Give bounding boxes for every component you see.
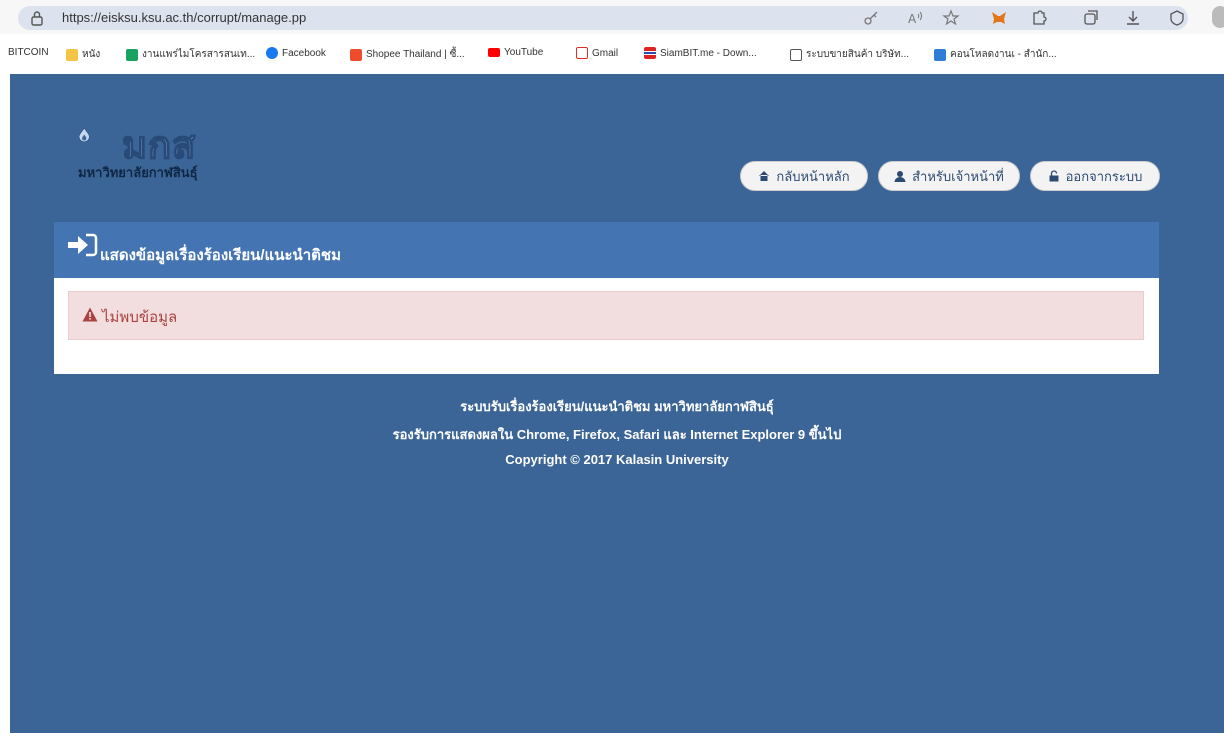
footer-copyright: Copyright © 2017 Kalasin University xyxy=(505,452,729,467)
bookmark-item[interactable]: ระบบขายสินค้า บริษัท... xyxy=(790,47,909,62)
profile-avatar[interactable] xyxy=(1212,6,1224,28)
lock-icon xyxy=(31,11,43,26)
collections-icon[interactable] xyxy=(1082,9,1100,27)
favorite-star-icon[interactable] xyxy=(942,9,960,27)
download-site-icon xyxy=(934,48,946,61)
bookmark-item[interactable]: BITCOIN xyxy=(8,47,49,58)
bookmark-item[interactable]: Facebook xyxy=(266,47,326,59)
svg-text:A: A xyxy=(908,12,917,26)
sign-in-icon xyxy=(68,233,98,257)
alert-message: ไม่พบข้อมูล xyxy=(102,309,178,326)
facebook-icon xyxy=(266,47,278,59)
no-data-alert xyxy=(68,291,1144,340)
staff-button[interactable]: สำหรับเจ้าหน้าที่ xyxy=(878,161,1020,191)
drive-icon xyxy=(126,48,138,61)
url-text[interactable]: https://eisksu.ksu.ac.th/corrupt/manage.… xyxy=(62,10,306,25)
home-icon xyxy=(759,171,770,181)
footer-browser-support: รองรับการแสดงผลใน Chrome, Firefox, Safar… xyxy=(392,427,842,442)
home-button[interactable]: กลับหน้าหลัก xyxy=(740,161,868,191)
read-aloud-icon[interactable]: A xyxy=(906,9,924,27)
warning-icon xyxy=(82,307,98,322)
unlock-icon xyxy=(1049,170,1059,182)
logo-subtitle: มหาวิทยาลัยกาฬสินธุ์ xyxy=(78,165,198,180)
gmail-icon xyxy=(576,47,588,59)
folder-icon xyxy=(66,48,78,61)
bookmark-item[interactable]: Gmail xyxy=(576,47,618,59)
download-icon[interactable] xyxy=(1124,9,1142,27)
page-icon xyxy=(790,48,802,61)
footer-system-name: ระบบรับเรื่องร้องเรียน/แนะนำติชม มหาวิทย… xyxy=(460,399,774,414)
key-icon[interactable] xyxy=(862,9,880,27)
panel-title: แสดงข้อมูลเรื่องร้องเรียน/แนะนำติชม xyxy=(100,247,341,264)
browser-address-bar: https://eisksu.ksu.ac.th/corrupt/manage.… xyxy=(0,0,1224,34)
browser-essentials-icon[interactable] xyxy=(1168,9,1186,27)
metamask-icon[interactable] xyxy=(990,9,1008,27)
bookmark-item[interactable]: YouTube xyxy=(488,47,543,58)
bookmark-item[interactable]: หนัง xyxy=(66,47,100,62)
bookmark-item[interactable]: งานแพร่ไมโครสารสนเท... xyxy=(126,47,255,62)
thai-flag-icon xyxy=(644,47,656,59)
logout-button[interactable]: ออกจากระบบ xyxy=(1030,161,1160,191)
drop-logo-icon xyxy=(78,127,90,143)
shopee-icon xyxy=(350,48,362,61)
bookmark-item[interactable]: SiamBIT.me - Down... xyxy=(644,47,757,59)
bookmark-item[interactable]: Shopee Thailand | ซื้... xyxy=(350,47,465,62)
bookmark-item[interactable]: คอนโหลดงานเ - สำนัก... xyxy=(934,47,1057,62)
user-icon xyxy=(894,171,906,182)
youtube-icon xyxy=(488,48,500,57)
left-edge xyxy=(0,74,10,733)
extension-icon[interactable] xyxy=(1030,9,1048,27)
